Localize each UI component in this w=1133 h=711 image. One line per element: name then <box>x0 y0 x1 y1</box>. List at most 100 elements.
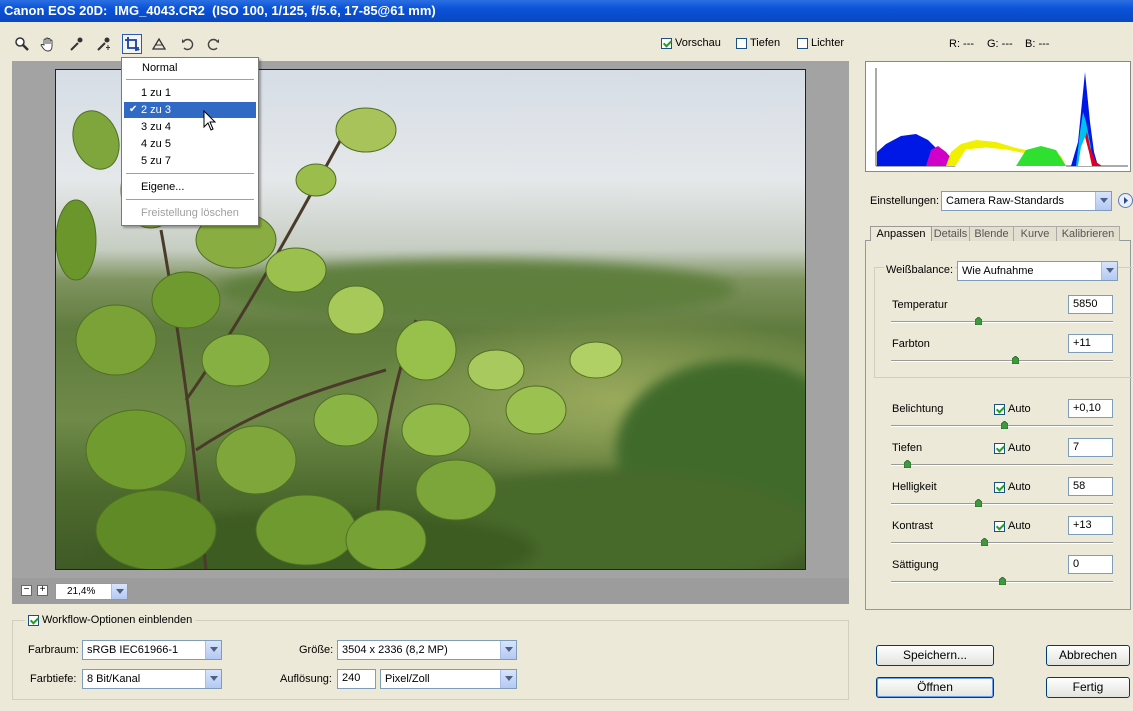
highlights-toggle[interactable]: Lichter <box>797 37 844 49</box>
menu-item-3-4[interactable]: 3 zu 4 <box>124 119 256 135</box>
rotate-right-button[interactable] <box>203 34 223 54</box>
slider-thumb[interactable] <box>975 499 982 507</box>
shadows-toggle[interactable]: Tiefen <box>736 37 780 49</box>
auto-toggle[interactable]: Auto <box>994 442 1031 454</box>
slider-value-input[interactable]: 5850 <box>1068 295 1113 314</box>
settings-select[interactable]: Camera Raw-Standards <box>941 191 1112 211</box>
color-sampler-tool[interactable] <box>93 34 113 54</box>
zoom-out-button[interactable]: − <box>21 585 32 596</box>
white-balance-tool[interactable] <box>66 34 86 54</box>
slider-track[interactable] <box>891 464 1113 466</box>
crop-tool[interactable] <box>122 34 142 54</box>
crop-icon <box>125 37 140 51</box>
preview-toggle[interactable]: Vorschau <box>661 37 721 49</box>
workflow-checkbox[interactable] <box>28 614 39 626</box>
checkmark-icon: ✔ <box>129 104 138 115</box>
auto-checkbox[interactable] <box>994 520 1005 532</box>
preview-checkbox[interactable] <box>661 37 672 49</box>
tab-kurve[interactable]: Kurve <box>1014 226 1057 241</box>
open-button[interactable]: Öffnen <box>876 677 994 698</box>
slider-track[interactable] <box>891 503 1113 505</box>
auto-checkbox[interactable] <box>994 403 1005 415</box>
tab-kalibrieren[interactable]: Kalibrieren <box>1057 226 1120 241</box>
rgb-readout-b: B: --- <box>1025 38 1050 50</box>
chevron-down-icon[interactable] <box>1095 192 1111 210</box>
zoom-icon <box>15 37 29 51</box>
straighten-tool[interactable] <box>149 34 169 54</box>
color-space-label: Farbraum: <box>28 644 79 656</box>
histogram-graph <box>875 68 1128 167</box>
shadows-label: Tiefen <box>750 37 781 49</box>
white-balance-eyedropper-icon <box>70 37 83 51</box>
slider-thumb[interactable] <box>904 460 911 468</box>
slider-thumb[interactable] <box>1012 356 1019 364</box>
auto-toggle[interactable]: Auto <box>994 520 1031 532</box>
settings-menu-button[interactable] <box>1118 193 1133 208</box>
shadows-checkbox[interactable] <box>736 37 747 49</box>
tab-blende[interactable]: Blende <box>970 226 1014 241</box>
size-select[interactable]: 3504 x 2336 (8,2 MP) <box>337 640 517 660</box>
rotate-left-button[interactable] <box>178 34 198 54</box>
menu-separator <box>126 173 254 174</box>
slider-value-input[interactable]: 58 <box>1068 477 1113 496</box>
slider-thumb[interactable] <box>981 538 988 546</box>
zoom-select[interactable]: 21,4% <box>55 583 128 600</box>
highlights-checkbox[interactable] <box>797 37 808 49</box>
slider-thumb[interactable] <box>975 317 982 325</box>
menu-item-custom[interactable]: Eigene... <box>124 179 256 195</box>
bit-depth-select[interactable]: 8 Bit/Kanal <box>82 669 222 689</box>
menu-item-2-3[interactable]: ✔ 2 zu 3 <box>124 102 256 118</box>
zoom-in-button[interactable]: + <box>37 585 48 596</box>
white-balance-select[interactable]: Wie Aufnahme <box>957 261 1118 281</box>
tab-details[interactable]: Details <box>932 226 970 241</box>
menu-item-1-1[interactable]: 1 zu 1 <box>124 85 256 101</box>
menu-item-4-5[interactable]: 4 zu 5 <box>124 136 256 152</box>
done-button[interactable]: Fertig <box>1046 677 1130 698</box>
auto-checkbox[interactable] <box>994 481 1005 493</box>
rgb-readout-r: R: --- <box>949 38 975 50</box>
color-space-value: sRGB IEC61966-1 <box>87 644 179 656</box>
chevron-down-icon[interactable] <box>500 670 516 688</box>
rotate-left-icon <box>182 38 194 51</box>
auto-label: Auto <box>1008 520 1031 532</box>
auto-toggle[interactable]: Auto <box>994 481 1031 493</box>
slider-track[interactable] <box>891 542 1113 544</box>
rgb-readout-g: G: --- <box>987 38 1013 50</box>
zoom-tool[interactable] <box>12 34 32 54</box>
tab-anpassen[interactable]: Anpassen <box>870 226 932 241</box>
menu-item-5-7[interactable]: 5 zu 7 <box>124 153 256 169</box>
chevron-down-icon[interactable] <box>111 584 127 599</box>
zoom-value: 21,4% <box>67 586 96 597</box>
slider-thumb[interactable] <box>1001 421 1008 429</box>
menu-item-clear-crop: Freistellung löschen <box>141 207 239 219</box>
slider-value-input[interactable]: +13 <box>1068 516 1113 535</box>
slider-value-input[interactable]: +11 <box>1068 334 1113 353</box>
menu-item-normal[interactable]: Normal <box>124 60 256 76</box>
color-sampler-icon <box>97 37 110 51</box>
slider-track[interactable] <box>891 360 1113 362</box>
workflow-toggle[interactable]: Workflow-Optionen einblenden <box>25 614 196 626</box>
hand-tool[interactable] <box>38 34 58 54</box>
chevron-down-icon[interactable] <box>1101 262 1117 280</box>
save-button[interactable]: Speichern... <box>876 645 994 666</box>
resolution-input[interactable]: 240 <box>337 669 376 689</box>
slider-track[interactable] <box>891 321 1113 323</box>
slider-thumb[interactable] <box>999 577 1006 585</box>
chevron-down-icon[interactable] <box>500 641 516 659</box>
auto-toggle[interactable]: Auto <box>994 403 1031 415</box>
slider-value-input[interactable]: +0,10 <box>1068 399 1113 418</box>
slider-label: Belichtung <box>892 403 944 415</box>
slider-value-input[interactable]: 7 <box>1068 438 1113 457</box>
slider-label: Kontrast <box>892 520 933 532</box>
resolution-unit-select[interactable]: Pixel/Zoll <box>380 669 517 689</box>
straighten-icon <box>151 37 167 50</box>
menu-item-label: 2 zu 3 <box>141 104 171 116</box>
zoom-bar <box>12 578 849 604</box>
auto-checkbox[interactable] <box>994 442 1005 454</box>
chevron-down-icon[interactable] <box>205 670 221 688</box>
auto-label: Auto <box>1008 481 1031 493</box>
color-space-select[interactable]: sRGB IEC61966-1 <box>82 640 222 660</box>
cancel-button[interactable]: Abbrechen <box>1046 645 1130 666</box>
slider-value-input[interactable]: 0 <box>1068 555 1113 574</box>
chevron-down-icon[interactable] <box>205 641 221 659</box>
